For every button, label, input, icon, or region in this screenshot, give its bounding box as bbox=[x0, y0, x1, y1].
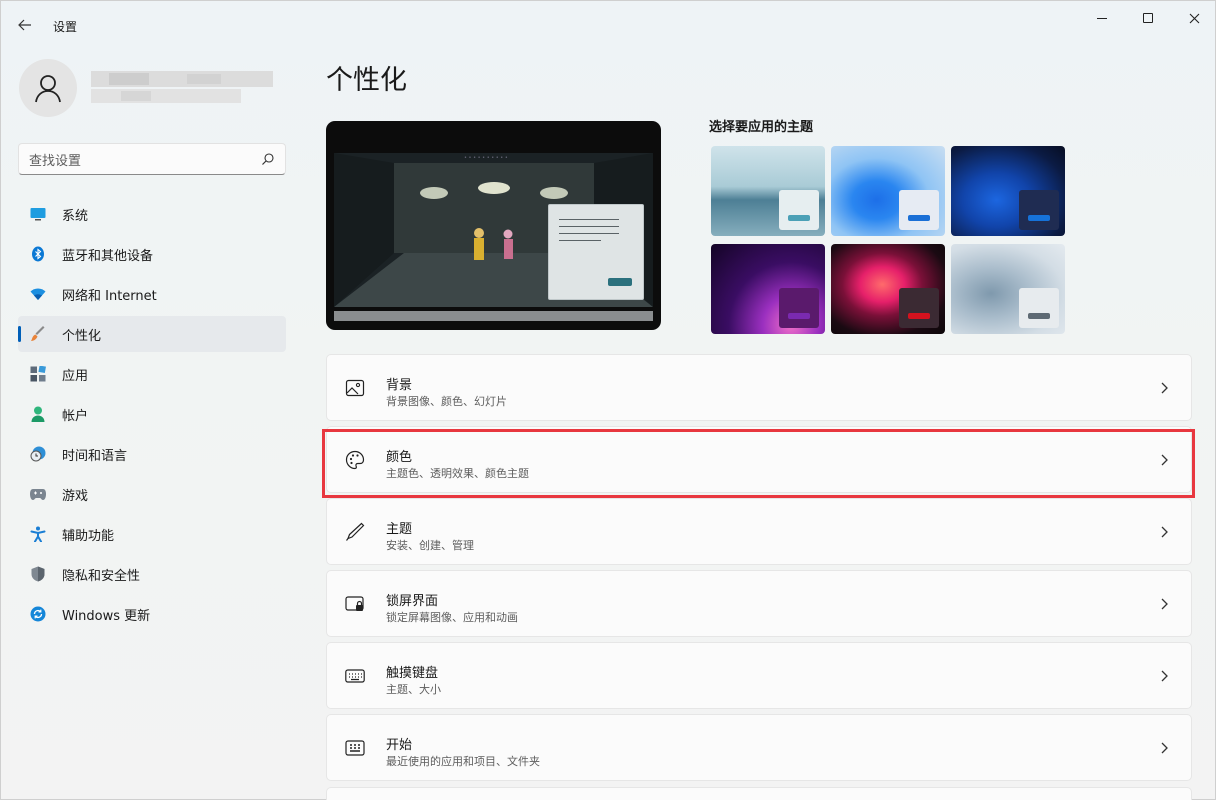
card-subtitle: 最近使用的应用和项目、文件夹 bbox=[386, 755, 540, 768]
sidebar-item-bluetooth[interactable]: 蓝牙和其他设备 bbox=[18, 236, 286, 272]
close-button[interactable] bbox=[1171, 1, 1216, 35]
sidebar-item-label: Windows 更新 bbox=[62, 608, 151, 624]
person-icon bbox=[30, 406, 46, 422]
search-icon[interactable] bbox=[261, 152, 275, 166]
person-icon bbox=[35, 75, 61, 103]
theme-tile-glow-lake[interactable] bbox=[711, 146, 825, 236]
preview-taskbar bbox=[334, 311, 653, 321]
sidebar-item-label: 辅助功能 bbox=[62, 528, 115, 544]
page-title: 个性化 bbox=[326, 65, 407, 96]
title-bar: 设置 bbox=[1, 1, 1215, 49]
card-title: 主题 bbox=[386, 522, 413, 537]
theme-tile-captured-motion[interactable] bbox=[831, 244, 945, 334]
chevron-right-icon bbox=[1161, 670, 1168, 682]
preview-window bbox=[548, 204, 644, 300]
sidebar-item-network[interactable]: 网络和 Internet bbox=[18, 276, 286, 312]
gamepad-icon bbox=[30, 486, 46, 502]
sidebar-item-accessibility[interactable]: 辅助功能 bbox=[18, 516, 286, 552]
card-start[interactable]: 开始 最近使用的应用和项目、文件夹 bbox=[326, 714, 1192, 781]
image-icon bbox=[345, 379, 365, 397]
clock-globe-icon bbox=[30, 446, 46, 462]
card-subtitle: 主题色、透明效果、颜色主题 bbox=[386, 467, 529, 480]
card-title: 锁屏界面 bbox=[386, 594, 439, 609]
chevron-right-icon bbox=[1161, 742, 1168, 754]
back-button[interactable] bbox=[9, 11, 41, 39]
sidebar-item-label: 应用 bbox=[62, 368, 89, 384]
sidebar-item-accounts[interactable]: 帐户 bbox=[18, 396, 286, 432]
themes-heading: 选择要应用的主题 bbox=[709, 120, 814, 135]
theme-tile-windows-light[interactable] bbox=[831, 146, 945, 236]
card-partial-next[interactable] bbox=[326, 787, 1192, 800]
sidebar-item-label: 隐私和安全性 bbox=[62, 568, 141, 584]
monitor-icon bbox=[30, 206, 46, 222]
sidebar-item-label: 帐户 bbox=[62, 408, 89, 424]
update-icon bbox=[30, 606, 46, 622]
chevron-right-icon bbox=[1161, 598, 1168, 610]
maximize-icon bbox=[1143, 13, 1153, 23]
avatar[interactable] bbox=[19, 59, 77, 117]
sidebar-item-label: 系统 bbox=[62, 208, 89, 224]
card-colors[interactable]: 颜色 主题色、透明效果、颜色主题 bbox=[326, 426, 1192, 493]
card-background[interactable]: 背景 背景图像、颜色、幻灯片 bbox=[326, 354, 1192, 421]
card-touch-keyboard[interactable]: 触摸键盘 主题、大小 bbox=[326, 642, 1192, 709]
lock-screen-icon bbox=[345, 596, 364, 611]
chevron-right-icon bbox=[1161, 382, 1168, 394]
card-subtitle: 锁定屏幕图像、应用和动画 bbox=[386, 611, 518, 624]
sidebar-item-label: 游戏 bbox=[62, 488, 89, 504]
settings-window: 设置 查找设置 系统 蓝牙和其他设备 网络和 Internet 个性化 应用 帐… bbox=[0, 0, 1216, 800]
sidebar-item-apps[interactable]: 应用 bbox=[18, 356, 286, 392]
search-placeholder: 查找设置 bbox=[29, 153, 82, 169]
minimize-button[interactable] bbox=[1079, 1, 1125, 35]
back-arrow-icon bbox=[18, 19, 31, 31]
sidebar-item-privacy[interactable]: 隐私和安全性 bbox=[18, 556, 286, 592]
blurred-user-info bbox=[91, 71, 273, 105]
minimize-icon bbox=[1097, 17, 1107, 19]
keyboard-icon bbox=[345, 669, 365, 683]
card-title: 触摸键盘 bbox=[386, 666, 439, 681]
settings-cards: 背景 背景图像、颜色、幻灯片 颜色 主题色、透明效果、颜色主题 主题 安装、创建… bbox=[326, 354, 1192, 786]
sidebar-item-personalization[interactable]: 个性化 bbox=[18, 316, 286, 352]
card-title: 开始 bbox=[386, 738, 413, 753]
theme-grid bbox=[709, 145, 1065, 335]
theme-preview: • • • • • • • • • • bbox=[326, 121, 661, 330]
card-title: 背景 bbox=[386, 378, 413, 393]
theme-tile-glow[interactable] bbox=[711, 244, 825, 334]
pen-icon bbox=[346, 522, 365, 541]
chevron-right-icon bbox=[1161, 526, 1168, 538]
brush-icon bbox=[30, 326, 46, 342]
sidebar-item-time-language[interactable]: 时间和语言 bbox=[18, 436, 286, 472]
sidebar-item-system[interactable]: 系统 bbox=[18, 196, 286, 232]
sidebar-item-gaming[interactable]: 游戏 bbox=[18, 476, 286, 512]
card-subtitle: 安装、创建、管理 bbox=[386, 539, 474, 552]
wifi-icon bbox=[30, 286, 46, 302]
user-profile[interactable] bbox=[19, 59, 273, 117]
shield-icon bbox=[30, 566, 46, 582]
apps-icon bbox=[30, 366, 46, 382]
card-title: 颜色 bbox=[386, 450, 413, 465]
maximize-button[interactable] bbox=[1125, 1, 1171, 35]
theme-tile-flow[interactable] bbox=[951, 244, 1065, 334]
app-title: 设置 bbox=[53, 20, 78, 34]
accessibility-icon bbox=[30, 526, 46, 542]
close-icon bbox=[1189, 13, 1199, 23]
sidebar-item-windows-update[interactable]: Windows 更新 bbox=[18, 596, 286, 632]
palette-icon bbox=[345, 450, 365, 470]
card-subtitle: 背景图像、颜色、幻灯片 bbox=[386, 395, 507, 408]
card-subtitle: 主题、大小 bbox=[386, 683, 441, 696]
sidebar-item-label: 个性化 bbox=[62, 328, 102, 344]
sidebar-item-label: 蓝牙和其他设备 bbox=[62, 248, 154, 264]
card-themes[interactable]: 主题 安装、创建、管理 bbox=[326, 498, 1192, 565]
sidebar-nav: 系统 蓝牙和其他设备 网络和 Internet 个性化 应用 帐户 时间和语言 … bbox=[18, 196, 286, 636]
sidebar-item-label: 时间和语言 bbox=[62, 448, 128, 464]
start-menu-icon bbox=[345, 740, 365, 756]
svg-text:• • • • • • • • • •: • • • • • • • • • • bbox=[464, 155, 508, 161]
card-lock-screen[interactable]: 锁屏界面 锁定屏幕图像、应用和动画 bbox=[326, 570, 1192, 637]
sidebar-item-label: 网络和 Internet bbox=[62, 288, 157, 304]
search-input[interactable]: 查找设置 bbox=[18, 143, 286, 175]
theme-tile-windows-dark[interactable] bbox=[951, 146, 1065, 236]
chevron-right-icon bbox=[1161, 454, 1168, 466]
bluetooth-icon bbox=[30, 246, 46, 262]
